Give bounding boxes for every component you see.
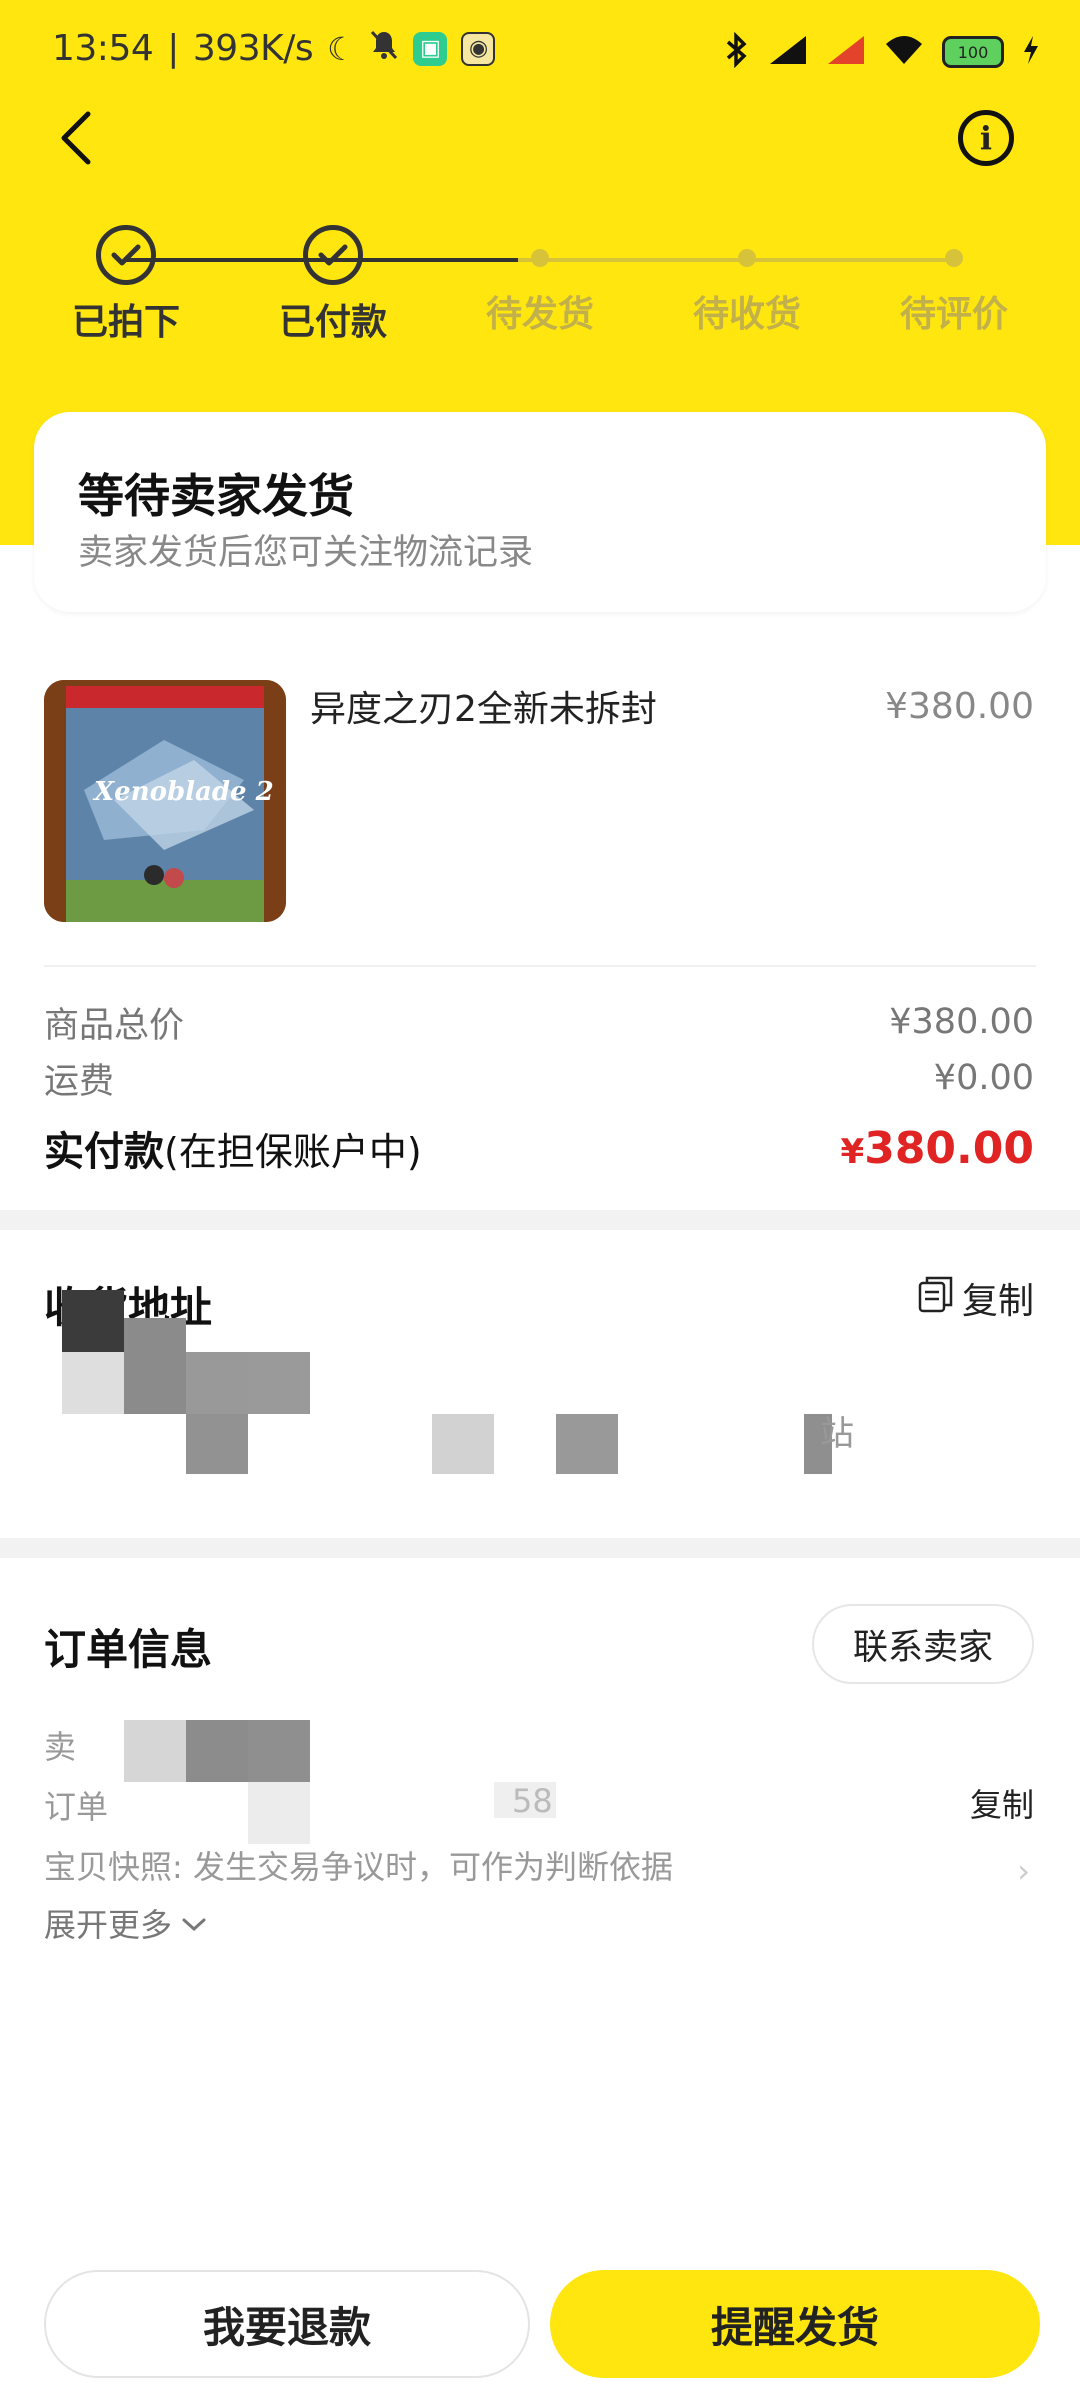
paid-amount: ¥380.00	[841, 1123, 1034, 1174]
bell-mute-icon	[369, 29, 399, 69]
moon-icon: ☾	[327, 29, 356, 68]
seller-label: 卖	[44, 1728, 77, 1766]
status-title: 等待卖家发货	[78, 469, 354, 523]
order-number-tail: 58	[512, 1782, 553, 1820]
step-ordered: 已拍下	[51, 225, 201, 345]
mosaic-block	[556, 1414, 618, 1474]
copy-label: 复制	[961, 1281, 1034, 1322]
order-info-title: 订单信息	[44, 1625, 213, 1674]
shield-app-icon: ▣	[413, 31, 448, 66]
seller-line: 卖	[44, 1722, 76, 1768]
step-label: 待评价	[899, 294, 1008, 335]
mosaic-block	[186, 1352, 248, 1414]
mosaic-block	[124, 1318, 186, 1414]
section-gap	[0, 1210, 1080, 1230]
copy-icon	[918, 1275, 954, 1322]
shipping-value: ¥0.00	[933, 1058, 1034, 1098]
chevron-left-icon	[56, 108, 96, 172]
shipping-label: 运费	[44, 1061, 115, 1102]
product-title[interactable]: 异度之刃2全新未拆封	[310, 680, 657, 732]
mosaic-block	[248, 1720, 310, 1782]
check-icon	[303, 225, 363, 285]
status-bar: 13:54 | 393K/s ☾ ▣ ◉ 100	[0, 0, 1080, 100]
product-thumbnail[interactable]: Xenoblade 2	[44, 680, 286, 922]
remind-ship-button[interactable]: 提醒发货	[550, 2270, 1040, 2378]
order-status-card: 等待卖家发货 卖家发货后您可关注物流记录	[34, 412, 1046, 612]
bluetooth-icon	[724, 31, 750, 72]
step-dot-icon	[738, 249, 756, 267]
copy-address-button[interactable]: 复制	[918, 1272, 1034, 1324]
goods-total-value: ¥380.00	[889, 1002, 1034, 1042]
mosaic-block	[186, 1414, 248, 1474]
signal-icon	[768, 34, 808, 70]
divider	[44, 965, 1036, 967]
mosaic-block	[62, 1352, 124, 1414]
address-tail-char: 站	[820, 1414, 854, 1454]
paid-label: 实付款	[44, 1129, 164, 1175]
step-label: 待发货	[485, 294, 594, 335]
step-to-ship: 待发货	[465, 225, 615, 337]
mosaic-block	[248, 1782, 310, 1844]
status-separator: |	[167, 28, 179, 69]
order-number-line: 订单	[44, 1782, 108, 1828]
order-number-label: 订单	[44, 1788, 109, 1826]
mosaic-block	[186, 1720, 248, 1782]
wifi-icon	[884, 34, 924, 70]
step-dot-icon	[945, 249, 963, 267]
goods-total-label: 商品总价	[44, 1005, 185, 1046]
info-button[interactable]: i	[958, 110, 1014, 166]
step-label: 已付款	[278, 302, 387, 343]
shipping-row: 运费 ¥0.00	[44, 1054, 1034, 1102]
step-label: 已拍下	[71, 302, 180, 343]
battery-icon: 100	[942, 36, 1004, 68]
expand-label: 展开更多	[44, 1906, 173, 1944]
step-dot-icon	[531, 249, 549, 267]
paid-value: 380.00	[864, 1122, 1034, 1174]
signal-2-icon	[826, 34, 866, 70]
chevron-down-icon	[180, 1904, 208, 1942]
step-label: 待收货	[692, 294, 801, 335]
step-to-review: 待评价	[879, 225, 1029, 337]
chevron-right-icon[interactable]: ›	[1017, 1852, 1030, 1890]
product-price: ¥380.00	[885, 686, 1034, 727]
paid-label-group: 实付款(在担保账户中)	[44, 1119, 422, 1177]
step-paid: 已付款	[258, 225, 408, 345]
mosaic-block	[124, 1720, 186, 1782]
back-button[interactable]	[56, 108, 112, 172]
check-icon	[96, 225, 156, 285]
paid-note: (在担保账户中)	[164, 1130, 422, 1174]
step-to-receive: 待收货	[672, 225, 822, 337]
copy-order-number-button[interactable]: 复制	[970, 1780, 1034, 1826]
cover-title: Xenoblade 2	[92, 777, 274, 807]
mosaic-block	[432, 1414, 494, 1474]
snapshot-line[interactable]: 宝贝快照: 发生交易争议时，可作为判断依据	[44, 1842, 673, 1888]
mosaic-block	[62, 1290, 124, 1352]
status-net-speed: 393K/s	[192, 28, 314, 69]
status-subtitle: 卖家发货后您可关注物流记录	[78, 533, 534, 573]
camera-app-icon: ◉	[461, 31, 496, 66]
paid-row: 实付款(在担保账户中) ¥380.00	[44, 1123, 1034, 1176]
goods-total-row: 商品总价 ¥380.00	[44, 998, 1034, 1046]
section-gap	[0, 1538, 1080, 1558]
expand-more-button[interactable]: 展开更多	[44, 1900, 208, 1946]
charging-icon	[1022, 34, 1040, 70]
paid-currency: ¥	[840, 1131, 865, 1172]
contact-seller-button[interactable]: 联系卖家	[812, 1604, 1034, 1684]
info-icon: i	[979, 119, 993, 157]
refund-button[interactable]: 我要退款	[44, 2270, 530, 2378]
mosaic-block	[248, 1352, 310, 1414]
status-time: 13:54	[52, 28, 154, 69]
